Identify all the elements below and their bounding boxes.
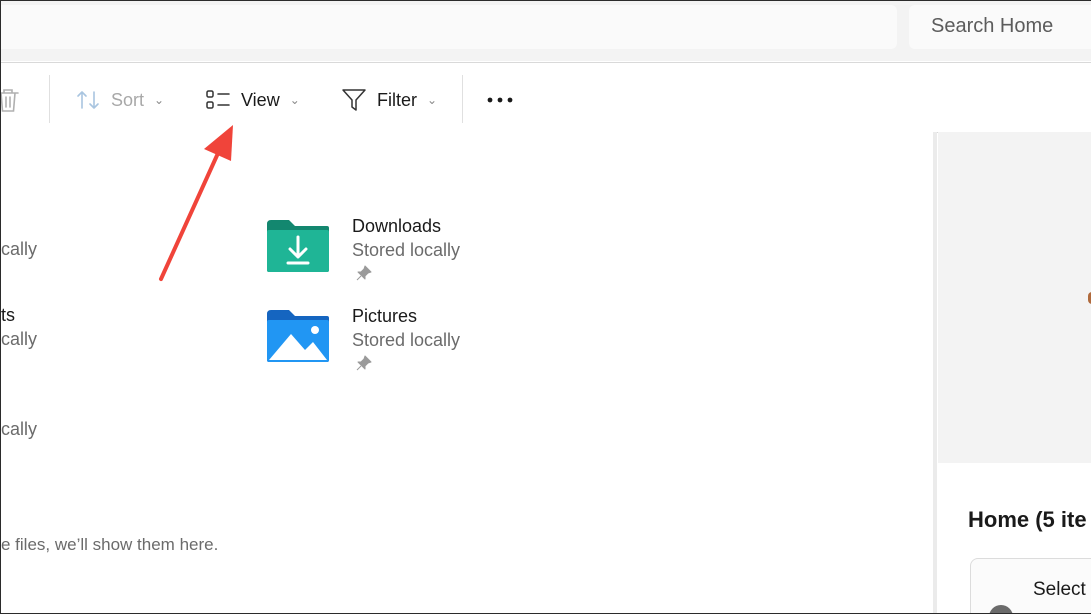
file-explorer-window: Search Home Sort ⌄ View ⌄ Filter ⌄ cally… bbox=[0, 0, 1091, 614]
annotation-arrow bbox=[159, 125, 233, 281]
